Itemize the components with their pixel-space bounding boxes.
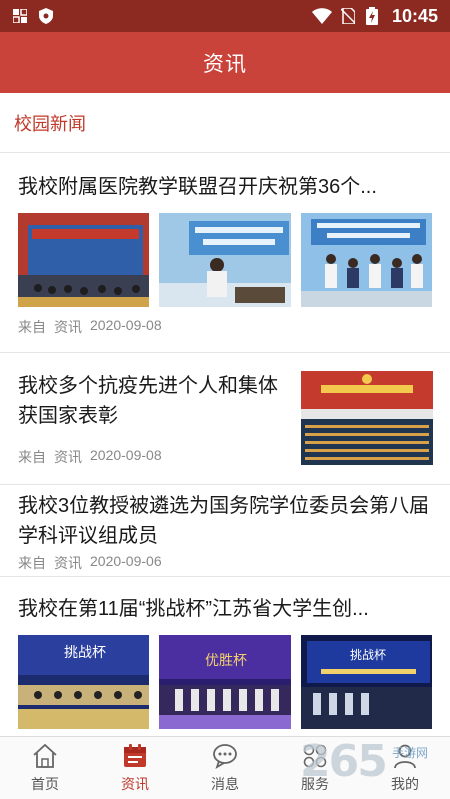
- news-source-prefix: 来自: [18, 449, 46, 465]
- news-source: 资讯: [54, 319, 82, 335]
- nav-label-messages: 消息: [211, 776, 239, 792]
- news-item[interactable]: 我校多个抗疫先进个人和集体获国家表彰 来自 资讯 2020-09-08: [0, 353, 450, 485]
- home-icon: [31, 742, 59, 770]
- nav-label-news: 资讯: [121, 776, 149, 792]
- section-title: 校园新闻: [14, 113, 86, 134]
- wifi-icon: [311, 8, 332, 24]
- svg-text:挑战杯: 挑战杯: [350, 648, 386, 662]
- no-sim-icon: [340, 8, 356, 24]
- svg-text:挑战杯: 挑战杯: [64, 645, 106, 661]
- nav-item-services[interactable]: 服务: [270, 737, 360, 799]
- news-title: 我校附属医院教学联盟召开庆祝第36个...: [18, 176, 377, 198]
- shield-icon: [38, 8, 54, 24]
- news-image: [300, 213, 432, 307]
- chat-icon: [211, 742, 239, 770]
- status-bar: 10:45: [0, 0, 450, 32]
- news-date: 2020-09-08: [90, 447, 162, 463]
- news-image: 优胜杯: [159, 635, 291, 729]
- nav-item-profile[interactable]: 我的: [360, 737, 450, 799]
- user-icon: [391, 742, 419, 770]
- battery-charging-icon: [364, 7, 380, 25]
- news-image-row: 挑战杯 优胜杯 挑战杯: [18, 635, 432, 729]
- app-bar: 资讯: [0, 32, 450, 93]
- nav-item-home[interactable]: 首页: [0, 737, 90, 799]
- news-feed[interactable]: 校园新闻 我校附属医院教学联盟召开庆祝第36个... 来自 资讯 2020-09…: [0, 93, 450, 736]
- news-meta: 来自 资讯 2020-09-08: [18, 447, 162, 467]
- svg-text:优胜杯: 优胜杯: [205, 653, 247, 669]
- nav-item-news[interactable]: 资讯: [90, 737, 180, 799]
- apps-icon: [301, 742, 329, 770]
- nav-label-services: 服务: [301, 776, 329, 792]
- news-image: [301, 371, 433, 465]
- news-date: 2020-09-06: [90, 553, 162, 569]
- news-title: 我校3位教授被遴选为国务院学位委员会第八届学科评议组成员: [18, 495, 430, 547]
- news-image: 挑战杯: [300, 635, 432, 729]
- news-image: 挑战杯: [18, 635, 150, 729]
- news-source-prefix: 来自: [18, 319, 46, 335]
- gallery-icon: [12, 8, 28, 24]
- nav-item-messages[interactable]: 消息: [180, 737, 270, 799]
- calendar-icon: [121, 742, 149, 770]
- news-title: 我校多个抗疫先进个人和集体获国家表彰: [18, 375, 278, 427]
- bottom-nav: 首页 资讯 消息 服务 我的: [0, 736, 450, 799]
- news-source: 资讯: [54, 449, 82, 465]
- nav-label-home: 首页: [31, 776, 59, 792]
- news-source-prefix: 来自: [18, 555, 46, 571]
- news-item[interactable]: 我校在第11届“挑战杯”江苏省大学生创... 挑战杯 优胜杯 挑战杯: [0, 577, 450, 736]
- news-image-row: [18, 213, 432, 307]
- nav-label-profile: 我的: [391, 776, 419, 792]
- news-title: 我校在第11届“挑战杯”江苏省大学生创...: [18, 598, 369, 620]
- news-meta: 来自 资讯 2020-09-06: [18, 553, 432, 573]
- status-time: 10:45: [391, 5, 438, 26]
- news-image: [18, 213, 150, 307]
- news-source: 资讯: [54, 555, 82, 571]
- news-meta: 来自 资讯 2020-09-08: [18, 317, 162, 337]
- news-item[interactable]: 我校3位教授被遴选为国务院学位委员会第八届学科评议组成员 来自 资讯 2020-…: [0, 485, 450, 577]
- news-item[interactable]: 我校附属医院教学联盟召开庆祝第36个... 来自 资讯 2020-09-08: [0, 153, 450, 353]
- page-title: 资讯: [203, 52, 247, 76]
- section-header: 校园新闻: [0, 93, 450, 153]
- news-date: 2020-09-08: [90, 317, 162, 333]
- news-image: [159, 213, 291, 307]
